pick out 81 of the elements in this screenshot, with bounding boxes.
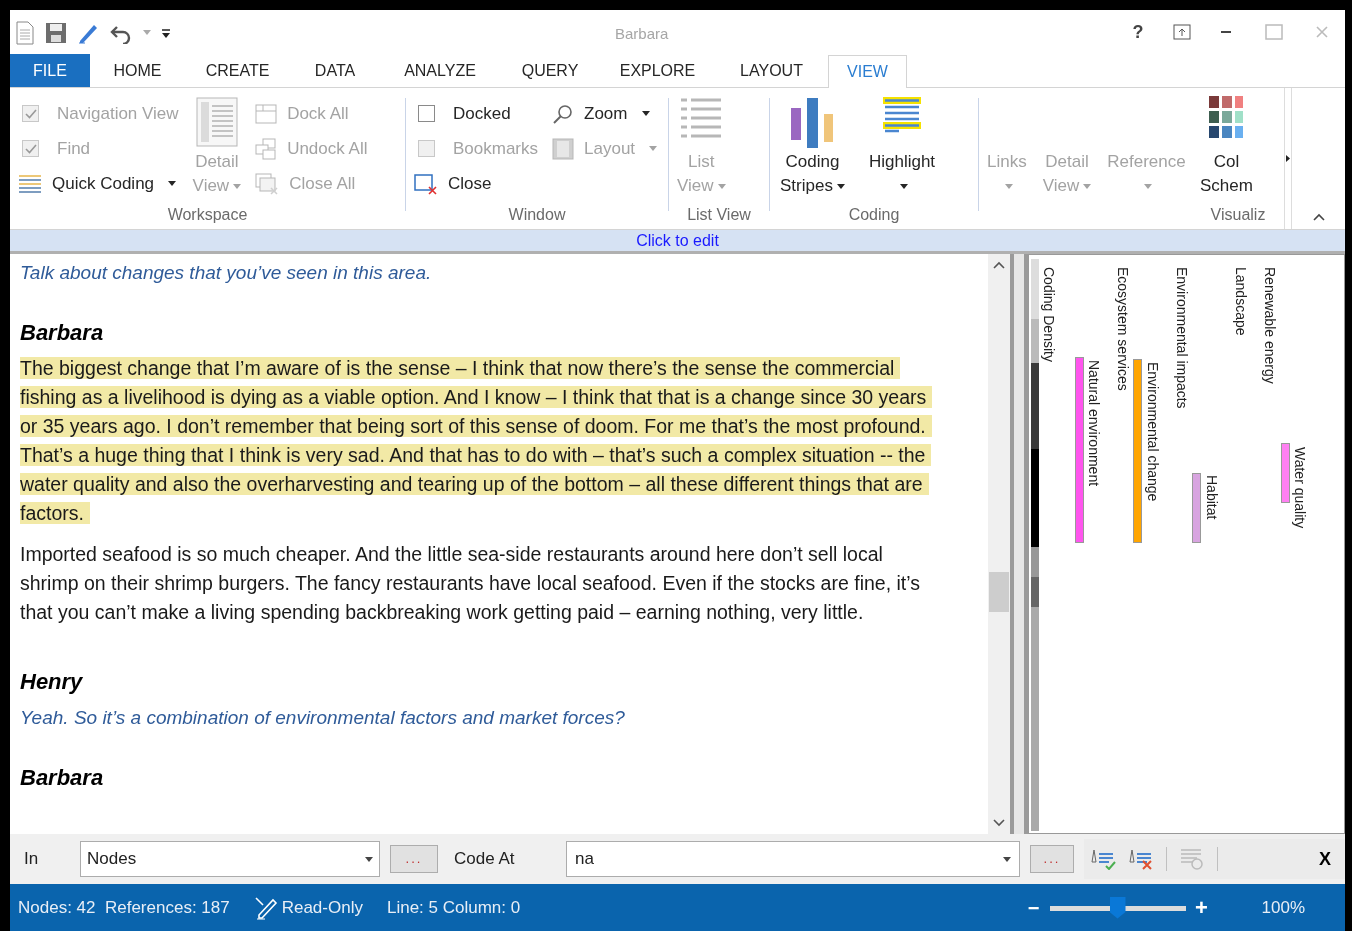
stripe-label: Environmental impacts [1174, 267, 1190, 409]
stripe-label: Natural environment [1086, 360, 1102, 487]
checkbox-label: Find [57, 137, 91, 160]
browse-button[interactable]: ... [1030, 845, 1074, 873]
ribbon-button[interactable]: Highlight [868, 96, 936, 198]
pen-crossed-icon [253, 895, 280, 920]
lines-clock-icon [1179, 847, 1205, 871]
ribbon-tab[interactable]: HOME [90, 55, 185, 87]
browse-button[interactable]: ... [390, 845, 438, 873]
checkbox[interactable] [418, 105, 435, 122]
stripe-label: Landscape [1233, 267, 1249, 336]
stripe-label: Water quality [1292, 447, 1308, 529]
ribbon-tab[interactable]: VIEW [828, 55, 907, 88]
dropdown-field[interactable]: na [566, 841, 1020, 877]
checkbox-label: Bookmarks [453, 137, 539, 160]
status-text: Nodes: 42 References: 187 [18, 896, 230, 919]
transcript-paragraph: Imported seafood is so much cheaper. And the little sea-side restaurants around here don’t sell local shrimp on their shrimp burgers. The fancy restaurants have local seafood. Even if the stocks are fine, it’s that you can’t make a living spending backbreaking work getting paid – earning nothing, very little. [20, 542, 921, 625]
code-icon [1090, 848, 1116, 870]
ribbon-button[interactable]: Col Schem [1200, 96, 1253, 198]
zoom-slider[interactable] [1049, 896, 1186, 919]
splitter[interactable] [1010, 254, 1028, 834]
checkbox-label: Docked [453, 102, 511, 125]
caret-icon [365, 856, 373, 862]
group-label: Coding [847, 205, 901, 225]
restore-ribbon-icon [1173, 24, 1191, 40]
stripe-label: Environmental change [1145, 362, 1161, 502]
interviewer-question: Talk about changes that you’ve seen in this area. [20, 261, 433, 285]
ribbon-tab[interactable]: EXPLORE [600, 55, 715, 87]
document-icon [15, 20, 35, 45]
ribbon-button[interactable]: Zoom [552, 96, 658, 131]
speaker-name: Barbara [20, 319, 105, 347]
ribbon-tab[interactable]: DATA [290, 55, 380, 87]
stripe-label: Renewable energy [1262, 267, 1278, 384]
status-text: Line: 5 Column: 0 [386, 896, 521, 919]
coding-stripe[interactable] [1281, 443, 1290, 503]
caret-icon [143, 30, 151, 35]
group-label: Workspace [166, 205, 249, 225]
zoom-in-button[interactable]: + [1193, 891, 1210, 924]
speaker-name: Barbara [20, 764, 105, 792]
ribbon-tab[interactable]: ANALYZE [380, 55, 500, 87]
minimize-icon [1221, 31, 1231, 33]
zoom-percent: 100% [1261, 896, 1305, 919]
save-icon [45, 21, 67, 44]
field-label: Code At [454, 848, 516, 871]
interviewer-question: Yeah. So it’s a combination of environmental factors and market forces? [20, 706, 626, 730]
scroll-right-icon [1286, 155, 1290, 162]
customize-icon [161, 26, 171, 39]
stripe-label: Ecosystem services [1115, 267, 1131, 391]
scroll-up-icon [993, 261, 1005, 269]
checkmark-icon [24, 108, 37, 119]
group-label: List View [686, 205, 752, 225]
coding-stripe[interactable] [1133, 359, 1142, 543]
scrollbar-thumb[interactable] [989, 572, 1009, 612]
stripe-label: Coding Density [1041, 267, 1057, 362]
stripe-label: Habitat [1204, 475, 1220, 520]
ribbon-tab[interactable]: QUERY [500, 55, 600, 87]
speaker-name: Henry [20, 668, 84, 696]
ribbon-tab[interactable]: LAYOUT [715, 55, 828, 87]
ribbon-tab[interactable]: CREATE [185, 55, 290, 87]
edit-link[interactable]: Click to edit [636, 228, 719, 253]
close-panel-button[interactable]: X [1319, 845, 1331, 873]
uncode-icon [1128, 848, 1154, 870]
collapse-ribbon-icon [1312, 213, 1325, 221]
status-text: Read-Only [281, 896, 363, 919]
ribbon-button[interactable]: Close [414, 166, 539, 201]
dropdown-field[interactable]: Nodes [80, 841, 380, 877]
ribbon-button[interactable]: Quick Coding [18, 166, 179, 201]
caret-icon [1003, 856, 1011, 862]
field-label: In [24, 848, 40, 871]
ribbon-button[interactable]: Coding Stripes [780, 96, 845, 198]
coding-stripe[interactable] [1192, 473, 1201, 543]
ribbon-tab[interactable]: FILE [10, 54, 90, 87]
checkmark-icon [24, 143, 37, 154]
help-button[interactable]: ? [1125, 19, 1151, 45]
checkbox-label: Navigation View [57, 102, 179, 125]
group-label: Window [507, 205, 567, 225]
window-title: Barbara [615, 24, 669, 44]
slider-thumb[interactable] [1109, 896, 1126, 919]
zoom-out-button[interactable]: − [1025, 892, 1042, 923]
scroll-down-icon [993, 819, 1005, 827]
group-label: Visualiz [1209, 205, 1267, 225]
